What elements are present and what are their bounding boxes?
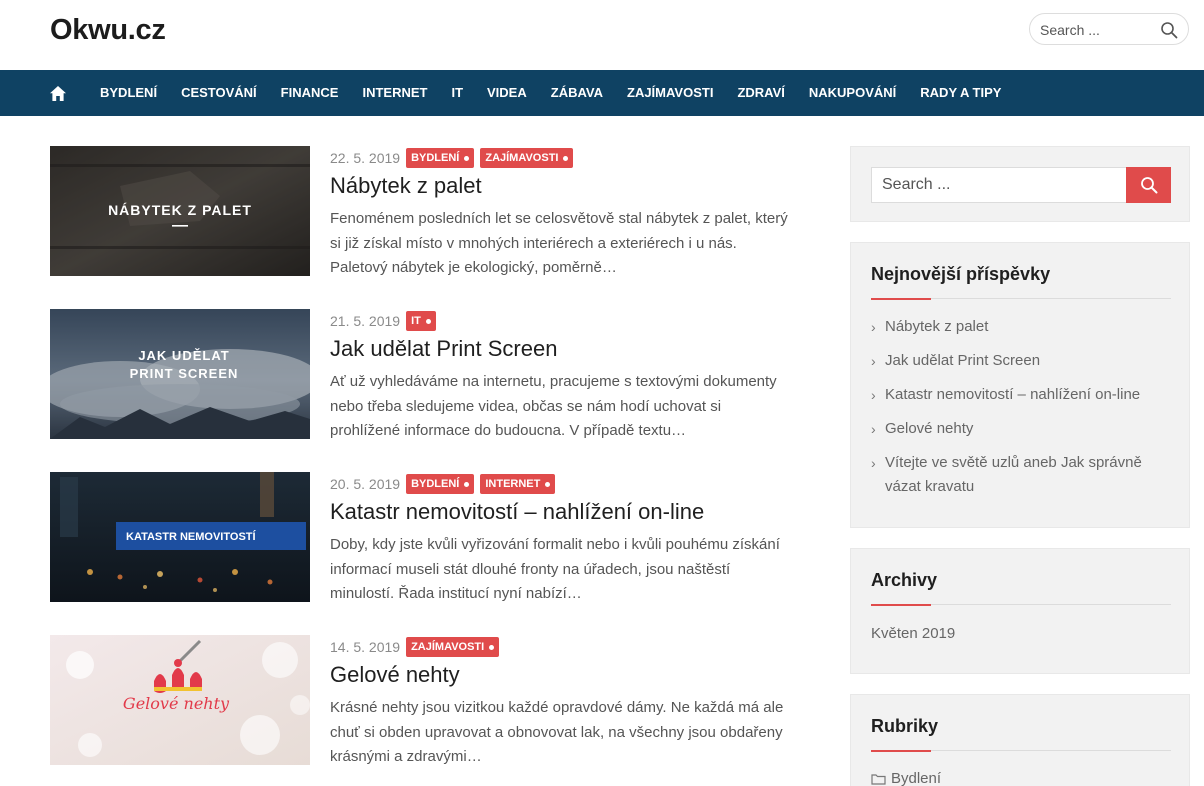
pallet-furniture-image: NÁBYTEK Z PALET [50, 146, 310, 276]
post-thumbnail[interactable]: JAK UDĚLAT PRINT SCREEN [50, 309, 310, 439]
post-thumbnail[interactable]: KATASTR NEMOVITOSTÍ [50, 472, 310, 602]
nav-item-cestovani[interactable]: Cestování [169, 70, 269, 116]
widget-title-divider [871, 750, 1171, 752]
site-header: Okwu.cz [0, 0, 1204, 70]
nav-item-nakupovani[interactable]: Nakupování [797, 70, 908, 116]
post-title[interactable]: Nábytek z palet [330, 173, 482, 199]
chevron-right-icon: › [871, 353, 876, 369]
chevron-right-icon: › [871, 455, 876, 471]
post-title[interactable]: Gelové nehty [330, 662, 460, 688]
nav-item-zajimavosti[interactable]: Zajímavosti [615, 70, 725, 116]
archive-link[interactable]: Květen 2019 [871, 622, 1171, 646]
chevron-right-icon: › [871, 387, 876, 403]
nav-menu: Bydlení Cestování Finance Internet IT Vi… [50, 70, 1013, 116]
main-navigation: Bydlení Cestování Finance Internet IT Vi… [0, 70, 1204, 116]
post-meta: 14. 5. 2019 ZAJÍMAVOSTI [330, 637, 505, 657]
post-item: NÁBYTEK Z PALET 22. 5. 2019 BYDLENÍ ZAJÍ… [50, 146, 790, 309]
category-badge[interactable]: ZAJÍMAVOSTI [406, 637, 500, 657]
post-date[interactable]: 20. 5. 2019 [330, 476, 400, 492]
post-excerpt: Ať už vyhledáváme na internetu, pracujem… [330, 373, 777, 439]
nav-home[interactable] [50, 70, 88, 116]
recent-posts-list: › Nábytek z palet › Jak udělat Print Scree… [871, 315, 1171, 509]
post-meta: 20. 5. 2019 BYDLENÍ INTERNET [330, 474, 561, 494]
post-excerpt: Fenoménem posledních let se celosvětově … [330, 210, 788, 276]
post-title[interactable]: Katastr nemovitostí – nahlížení on-line [330, 499, 704, 525]
folder-icon [871, 767, 891, 786]
category-badge[interactable]: INTERNET [480, 474, 556, 494]
nav-item-finance[interactable]: Finance [269, 70, 351, 116]
recent-post-link[interactable]: › Vítejte ve světě uzlů aneb Jak správně … [871, 451, 1171, 499]
categories-list: Bydlení [871, 767, 1171, 786]
nav-item-zdravi[interactable]: Zdraví [725, 70, 796, 116]
clouds-mountains-image: JAK UDĚLAT PRINT SCREEN [50, 309, 310, 439]
recent-posts-widget: Nejnovější příspěvky › Nábytek z palet › J… [850, 242, 1190, 528]
post-date[interactable]: 14. 5. 2019 [330, 639, 400, 655]
sidebar-search-input[interactable] [871, 167, 1127, 203]
recent-post-link[interactable]: › Jak udělat Print Screen [871, 349, 1171, 373]
thumb-text: KATASTR NEMOVITOSTÍ [126, 530, 257, 543]
post-date[interactable]: 21. 5. 2019 [330, 313, 400, 329]
thumb-text: NÁBYTEK Z PALET [108, 202, 252, 218]
nav-item-it[interactable]: IT [439, 70, 475, 116]
sidebar-search-widget [850, 146, 1190, 222]
post-excerpt: Krásné nehty jsou vizitkou každé opravdo… [330, 699, 784, 765]
widget-title: Rubriky [871, 716, 939, 736]
widget-title-divider [871, 604, 1171, 606]
gel-nails-image: Gelové nehty [50, 635, 310, 765]
category-badge[interactable]: BYDLENÍ [406, 148, 475, 168]
post-item: Gelové nehty 14. 5. 2019 ZAJÍMAVOSTI Gel… [50, 635, 790, 786]
chevron-right-icon: › [871, 319, 876, 335]
nav-item-zabava[interactable]: Zábava [539, 70, 615, 116]
thumb-text-line-2: PRINT SCREEN [130, 366, 239, 381]
widget-title: Archivy [871, 570, 938, 590]
search-icon[interactable] [1160, 21, 1178, 39]
post-date[interactable]: 22. 5. 2019 [330, 150, 400, 166]
archive-widget: Archivy Květen 2019 [850, 548, 1190, 674]
archive-list: Květen 2019 [871, 622, 1171, 656]
nav-item-internet[interactable]: Internet [350, 70, 439, 116]
post-meta: 22. 5. 2019 BYDLENÍ ZAJÍMAVOSTI [330, 148, 579, 168]
header-search-input[interactable] [1040, 20, 1150, 40]
widget-title: Nejnovější příspěvky [871, 264, 1051, 284]
category-link[interactable]: Bydlení [871, 767, 1171, 786]
recent-post-link[interactable]: › Gelové nehty [871, 417, 1171, 441]
nav-item-rady-a-tipy[interactable]: Rady a tipy [908, 70, 1013, 116]
category-badge[interactable]: IT [406, 311, 436, 331]
post-item: JAK UDĚLAT PRINT SCREEN 21. 5. 2019 IT J… [50, 309, 790, 472]
post-excerpt: Doby, kdy jste kvůli vyřizování formalit… [330, 536, 780, 602]
post-meta: 21. 5. 2019 IT [330, 311, 442, 331]
header-search[interactable] [1029, 13, 1189, 45]
category-badge[interactable]: ZAJÍMAVOSTI [480, 148, 574, 168]
chevron-right-icon: › [871, 421, 876, 437]
sidebar-search-button[interactable] [1126, 167, 1171, 203]
category-badge[interactable]: BYDLENÍ [406, 474, 475, 494]
categories-widget: Rubriky Bydlení [850, 694, 1190, 786]
site-title[interactable]: Okwu.cz [50, 14, 166, 47]
search-icon [1140, 177, 1157, 194]
recent-post-link[interactable]: › Nábytek z palet [871, 315, 1171, 339]
post-item: KATASTR NEMOVITOSTÍ 20. 5. 2019 BYDLENÍ … [50, 472, 790, 635]
nav-item-bydleni[interactable]: Bydlení [88, 70, 169, 116]
post-title[interactable]: Jak udělat Print Screen [330, 336, 557, 362]
post-thumbnail[interactable]: Gelové nehty [50, 635, 310, 765]
thumb-text-line-1: JAK UDĚLAT [138, 348, 229, 363]
home-icon [50, 85, 66, 101]
thumb-text: Gelové nehty [123, 694, 230, 713]
post-thumbnail[interactable]: NÁBYTEK Z PALET [50, 146, 310, 276]
nav-item-videa[interactable]: Videa [475, 70, 539, 116]
widget-title-divider [871, 298, 1171, 300]
recent-post-link[interactable]: › Katastr nemovitostí – nahlížení on-line [871, 383, 1171, 407]
post-list: NÁBYTEK Z PALET 22. 5. 2019 BYDLENÍ ZAJÍ… [50, 146, 790, 786]
city-night-image: KATASTR NEMOVITOSTÍ [50, 472, 310, 602]
